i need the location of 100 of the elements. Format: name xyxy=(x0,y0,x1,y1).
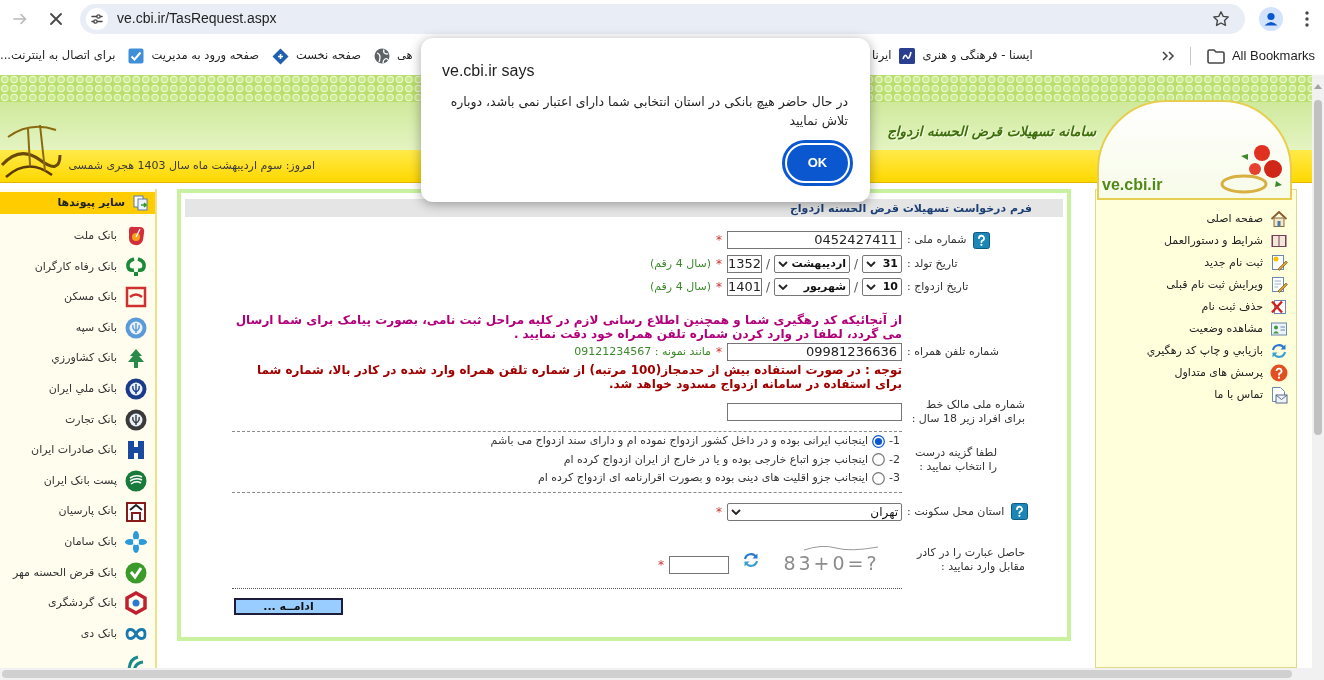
bank-link[interactable]: بانک مسکن xyxy=(0,282,155,313)
field-label: حاصل عبارت را در کادر مقابل وارد نمایید : xyxy=(915,545,1025,574)
bookmark[interactable]: ایرنا xyxy=(872,43,892,69)
star-icon[interactable] xyxy=(1212,9,1230,28)
check-tile-icon xyxy=(128,48,145,64)
chevron-down-icon xyxy=(731,508,741,515)
required-asterisk: * xyxy=(716,233,722,247)
text-field[interactable]: 09981236636 xyxy=(727,343,902,361)
help-icon[interactable] xyxy=(973,231,991,249)
sidebar-title: سایر پیوندها xyxy=(57,194,125,211)
double-chevron-icon[interactable] xyxy=(1160,50,1175,62)
bank-link[interactable]: بانک سامان xyxy=(0,526,155,558)
hint-text: (سال 4 رقم) xyxy=(649,256,711,271)
text-field[interactable]: 1401 xyxy=(727,278,762,296)
cross-document-icon xyxy=(1270,298,1288,316)
site-settings-icon[interactable] xyxy=(86,7,108,30)
tile-icon xyxy=(899,48,916,64)
separator-text: / xyxy=(764,280,771,294)
dropdown[interactable]: شهریور xyxy=(774,278,850,296)
bank-link[interactable]: بانک سپه xyxy=(0,312,155,344)
menu-link[interactable]: ثبت نام جدید xyxy=(1096,252,1296,274)
bank-link[interactable]: بانک ملت xyxy=(0,221,155,252)
bookmark[interactable]: صفحه ورود به مدیریت xyxy=(128,43,259,69)
dropdown[interactable]: تهران xyxy=(727,502,902,521)
menu-icon[interactable] xyxy=(1305,10,1309,27)
pencil-document-icon xyxy=(1270,276,1288,294)
bookmark[interactable]: هی xyxy=(374,43,413,69)
folder-icon xyxy=(1206,48,1225,64)
menu-link[interactable]: شرایط و دستورالعمل xyxy=(1096,230,1296,252)
scrollbar-thumb[interactable] xyxy=(2,670,1292,678)
field-label: تاریخ تولد : xyxy=(907,256,958,271)
separator-text: / xyxy=(764,256,771,271)
help-icon[interactable] xyxy=(1011,503,1029,520)
option-number: -2 xyxy=(889,452,901,467)
scrollbar-thumb[interactable] xyxy=(1314,100,1322,435)
url-text: ve.cbi.ir/TasRequest.aspx xyxy=(117,9,277,28)
option-text: اینجانب جزو اتباع خارجی بوده و یا در خارج از ایران ازدواج کرده ام xyxy=(563,452,868,467)
bookmark[interactable]: برای اتصال به اینترنت... xyxy=(0,43,116,69)
text-field[interactable]: 0452427411 xyxy=(727,231,902,249)
required-asterisk: * xyxy=(716,280,722,294)
dropdown[interactable]: اردیبهشت xyxy=(774,254,850,273)
radio-button[interactable] xyxy=(872,471,885,485)
close-icon[interactable] xyxy=(49,11,63,26)
chevron-down-icon xyxy=(778,284,788,290)
required-asterisk: * xyxy=(716,345,722,359)
bank-link[interactable]: بانک صادرات ايران xyxy=(0,435,155,466)
menu-link[interactable]: ویرایش ثبت نام قبلی xyxy=(1096,274,1296,296)
radio-button[interactable] xyxy=(872,434,885,448)
hint-text: (سال 4 رقم) xyxy=(649,280,711,294)
bank-link[interactable]: بانک تجارت xyxy=(0,404,155,436)
refresh-icon xyxy=(1270,342,1288,360)
field-label: استان محل سکونت : xyxy=(907,504,1005,519)
bank-link[interactable]: بانک رفاه کارگران xyxy=(0,251,155,283)
warning-text: توجه : در صورت استفاده بیش از حدمجاز(100 مرتبه) از شماره تلفن همراه وارد شده در کادر بالا، شماره شما برای استفاده در سامانه ازدواج مسدود خواهد شد. xyxy=(255,363,902,391)
bank-link[interactable]: بانک پارسيان xyxy=(0,496,155,527)
menu-link[interactable]: تماس با ما xyxy=(1096,384,1296,406)
field-label: شماره ملی مالک خط برای افراد زیر 18 سال : xyxy=(910,398,1025,426)
house-icon xyxy=(1270,210,1288,228)
chevron-down-icon xyxy=(866,284,876,290)
text-field[interactable] xyxy=(727,403,902,421)
book-icon xyxy=(1270,232,1288,250)
dropdown[interactable]: 10 xyxy=(862,278,902,296)
answer-field[interactable] xyxy=(669,556,729,574)
continue-button[interactable]: ادامــه ... xyxy=(234,598,343,615)
menu-link[interactable]: بازیابي و چاپ کد رهگیري xyxy=(1096,340,1296,362)
captcha-text: 83+0=? xyxy=(783,551,880,574)
all-bookmarks-button[interactable]: All Bookmarks xyxy=(1206,46,1315,66)
profile-avatar-icon[interactable] xyxy=(1259,6,1283,31)
bank-link[interactable]: بانک قرض الحسنه مهر xyxy=(0,557,155,589)
form-title: فرم درخواست تسهیلات قرض الحسنه ازدواج xyxy=(789,203,1032,215)
address-bar[interactable]: ve.cbi.ir/TasRequest.aspx xyxy=(80,3,1245,34)
envelope-document-icon xyxy=(1270,386,1288,404)
date-text: امروز: سوم اردیبهشت ماه سال 1403 هجری شمسی xyxy=(68,157,315,174)
bank-link[interactable]: پست بانک ايران xyxy=(0,465,155,497)
option-text: اینجانب جزو اقلیت های دینی بوده و بصورت اقرارنامه ای ازدواج کرده ام xyxy=(537,471,868,486)
option-number: -3 xyxy=(889,471,901,486)
separator-text: / xyxy=(852,256,859,271)
menu-link[interactable]: مشاهده وضعیت xyxy=(1096,318,1296,340)
help-icon xyxy=(1270,364,1288,382)
dialog-title: ve.cbi.ir says xyxy=(442,61,535,81)
bank-link[interactable]: بانک گردشگری xyxy=(0,588,155,619)
chevron-down-icon xyxy=(778,260,788,267)
text-field[interactable]: 1352 xyxy=(727,254,762,273)
globe-icon xyxy=(374,48,390,64)
separator-text: / xyxy=(852,280,859,294)
bank-link[interactable]: بانک کشاورزي xyxy=(0,343,155,374)
dropdown[interactable]: 31 xyxy=(862,254,902,273)
refresh-icon[interactable] xyxy=(742,550,760,569)
menu-link[interactable]: حذف ثبت نام xyxy=(1096,296,1296,318)
field-label: شماره تلفن همراه : xyxy=(907,345,999,359)
pencil-document-icon xyxy=(1270,254,1288,272)
bank-link[interactable]: بانک دی xyxy=(0,618,155,650)
bookmark[interactable]: ایسنا - فرهنگی و هنری xyxy=(899,43,1033,69)
radio-button[interactable] xyxy=(872,453,885,467)
bookmark[interactable]: صفحه نخست xyxy=(272,43,361,69)
menu-link[interactable]: صفحه اصلی xyxy=(1096,208,1296,230)
field-label: لطفا گزینه درست را انتخاب نمایید : xyxy=(913,445,997,474)
dialog-message: در حال حاضر هیچ بانکی در استان انتخابی شما دارای اعتبار نمی باشد، دوباره تلاش نمایید xyxy=(449,93,848,130)
menu-link[interactable]: پرسش های متداول xyxy=(1096,362,1296,384)
bank-link[interactable]: بانک ملي ايران xyxy=(0,373,155,405)
